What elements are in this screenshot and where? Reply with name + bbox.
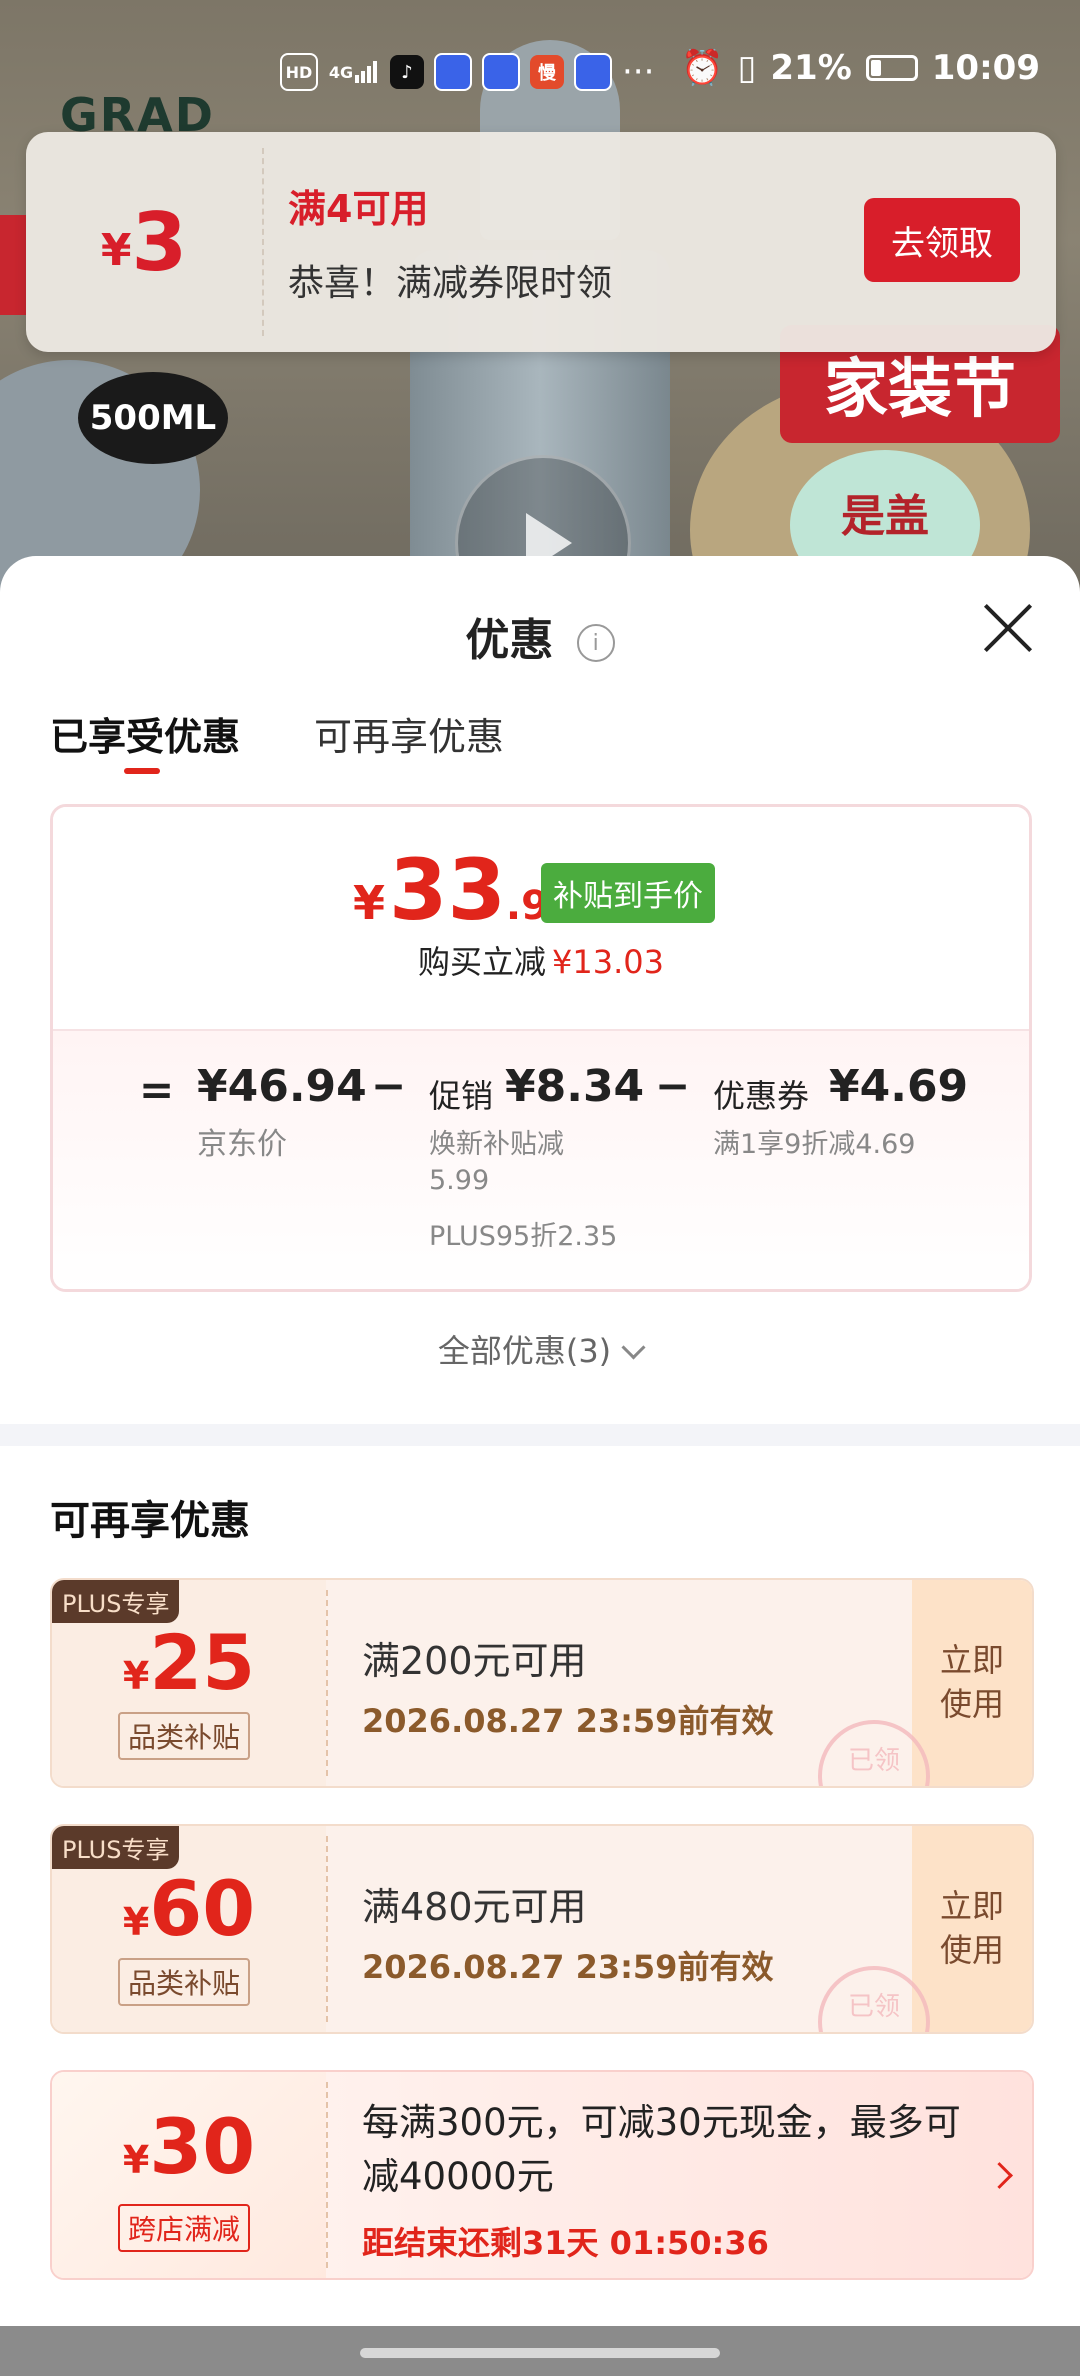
hd-icon: HD	[280, 53, 318, 91]
tab-label: 已享受优惠	[50, 715, 241, 759]
status-left-icons: HD 4G ♪ 慢 ···	[280, 52, 654, 92]
coupon-amount-value: 25	[149, 1618, 256, 1707]
use-now-line1: 立即	[939, 1641, 1004, 1679]
countdown-timer: 距结束还剩31天 01:50:36	[362, 2224, 769, 2262]
clock: 10:09	[931, 48, 1040, 88]
minus-sign: −	[655, 1061, 691, 1110]
coupon-amount-value: 60	[149, 1864, 256, 1953]
price-summary-card: ¥ 33 .91 补贴到手价 购买立减¥13.03 = ¥46.94 京东价 −…	[50, 804, 1032, 1292]
system-nav-bar	[0, 2326, 1080, 2376]
coupon-perforation	[326, 2082, 328, 2268]
toast-condition: 满4可用	[288, 187, 429, 231]
coupon-label: 优惠券	[713, 1077, 810, 1115]
tab-underline	[124, 768, 160, 774]
coupon-amount-value: 30	[149, 2102, 256, 2191]
use-now-line2: 使用	[939, 1931, 1004, 1969]
jd-price-value: ¥46.94	[197, 1061, 367, 1112]
use-now-button[interactable]: 立即 使用	[912, 1884, 1032, 1972]
section-divider	[0, 1424, 1080, 1446]
app-icon	[574, 53, 612, 91]
app-icon	[482, 53, 520, 91]
coupon-card[interactable]: PLUS专享 ¥25 品类补贴 满200元可用 2026.08.27 23:59…	[50, 1578, 1034, 1788]
coupon-amount: ¥25	[52, 1618, 326, 1707]
battery-percent: 21%	[770, 48, 852, 88]
app-icon-red: 慢	[530, 55, 564, 89]
promotions-sheet: 优惠 i 已享受优惠 可再享优惠 ¥ 33 .91 补贴到手价 购买立减¥13.…	[0, 556, 1080, 2376]
use-now-line2: 使用	[939, 1685, 1004, 1723]
promo-detail-2: 5.99	[429, 1165, 490, 1196]
promo-tabs: 已享受优惠 可再享优惠	[50, 706, 504, 774]
promo-value: ¥8.34	[505, 1061, 645, 1112]
section-title: 可再享优惠	[50, 1498, 250, 1544]
status-bar: HD 4G ♪ 慢 ··· ⏰ ▯ 21% 10:09	[0, 38, 1080, 110]
coupon-detail: 满1享9折减4.69	[713, 1129, 916, 1160]
battery-icon	[865, 55, 918, 81]
network-type-label: 4G	[328, 62, 354, 82]
coupon-category: 跨店满减	[118, 2204, 251, 2252]
minus-sign: −	[371, 1061, 407, 1110]
tab-label: 可再享优惠	[314, 715, 505, 759]
price-currency: ¥	[353, 876, 386, 930]
coupon-currency: ¥	[122, 1900, 150, 1944]
tab-enjoyed[interactable]: 已享受优惠	[50, 706, 241, 774]
tiktok-icon: ♪	[390, 55, 424, 89]
coupon-category: 品类补贴	[118, 1958, 251, 2006]
coupon-expiry: 2026.08.27 23:59前有效	[362, 1702, 774, 1740]
sheet-header: 优惠 i	[0, 604, 1080, 668]
promo-detail-1: 焕新补贴减	[429, 1129, 564, 1160]
decor-red-tab	[0, 215, 26, 315]
jd-price-label: 京东价	[197, 1127, 287, 1162]
toast-currency: ¥	[100, 224, 132, 276]
coupon-currency: ¥	[122, 2138, 150, 2182]
app-icon	[434, 53, 472, 91]
vibrate-icon: ▯	[737, 48, 757, 88]
signal-4g-icon: 4G	[328, 55, 380, 89]
toast-amount-value: 3	[131, 195, 188, 289]
coupon-condition: 满200元可用	[362, 1639, 587, 1683]
alarm-icon: ⏰	[681, 48, 724, 88]
info-icon[interactable]: i	[576, 624, 615, 662]
all-promotions-toggle[interactable]: 全部优惠(3)	[0, 1326, 1080, 1372]
claim-coupon-button[interactable]: 去领取	[864, 198, 1020, 282]
coupon-expiry: 2026.08.27 23:59前有效	[362, 1948, 774, 1986]
all-promotions-label: 全部优惠(3)	[437, 1332, 612, 1370]
equals-sign: =	[139, 1065, 175, 1114]
coupon-card[interactable]: PLUS专享 ¥60 品类补贴 满480元可用 2026.08.27 23:59…	[50, 1824, 1034, 2034]
toast-amount: ¥ 3	[26, 132, 262, 352]
toast-divider	[262, 148, 264, 336]
instant-reduction: 购买立减 ¥13.03	[53, 937, 1029, 983]
use-now-button[interactable]: 立即 使用	[912, 1638, 1032, 1726]
reduction-value: ¥13.03	[552, 943, 664, 981]
subsidy-badge: 补贴到手价	[541, 863, 715, 923]
promo-detail-3: PLUS95折2.35	[429, 1221, 618, 1252]
coupon-value: ¥4.69	[829, 1061, 969, 1112]
coupon-perforation	[326, 1836, 328, 2022]
status-right: ⏰ ▯ 21% 10:09	[681, 48, 1040, 88]
discount-description: 每满300元，可减30元现金，最多可减40000元	[362, 2101, 961, 2198]
tab-available[interactable]: 可再享优惠	[314, 706, 504, 761]
close-icon[interactable]	[980, 600, 1036, 656]
coupon-amount: ¥30	[52, 2102, 326, 2191]
plus-exclusive-tag: PLUS专享	[52, 1580, 180, 1623]
coupon-perforation	[326, 1590, 328, 1776]
volume-badge: 500ML	[78, 372, 228, 464]
plus-exclusive-tag: PLUS专享	[52, 1826, 180, 1869]
chevron-down-icon	[621, 1335, 646, 1360]
home-indicator[interactable]	[360, 2348, 720, 2358]
coupon-currency: ¥	[122, 1654, 150, 1698]
promo-label: 促销	[429, 1077, 494, 1115]
sheet-title: 优惠	[465, 615, 554, 666]
coupon-condition: 满480元可用	[362, 1885, 587, 1929]
more-dots-icon: ···	[622, 52, 655, 92]
reduction-label: 购买立减	[418, 943, 547, 981]
coupon-amount: ¥60	[52, 1864, 326, 1953]
coupon-toast[interactable]: ¥ 3 满4可用 恭喜！满减券限时领 去领取	[26, 132, 1056, 352]
coupon-category: 品类补贴	[118, 1712, 251, 1760]
summary-top: ¥ 33 .91 补贴到手价 购买立减¥13.03	[53, 807, 1029, 1029]
price-integer: 33	[389, 841, 506, 939]
use-now-line1: 立即	[939, 1887, 1004, 1925]
toast-message: 恭喜！满减券限时领	[288, 263, 613, 304]
summary-breakdown: = ¥46.94 京东价 − 促销 ¥8.34 焕新补贴减 5.99 PLUS9…	[53, 1029, 1029, 1289]
cross-store-discount-card[interactable]: ¥30 跨店满减 每满300元，可减30元现金，最多可减40000元 距结束还剩…	[50, 2070, 1034, 2280]
